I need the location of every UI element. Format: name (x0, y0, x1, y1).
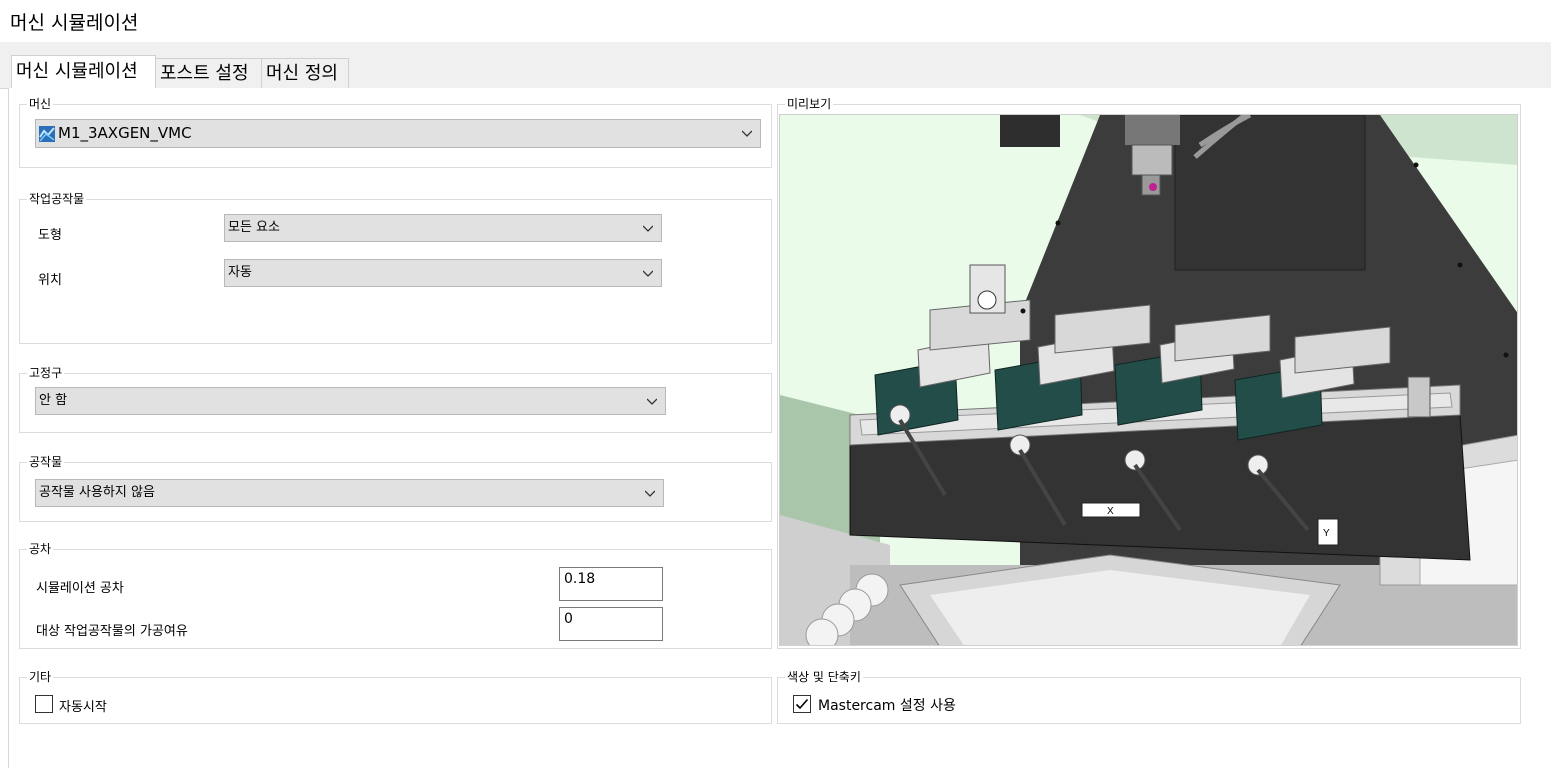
autostart-checkbox[interactable] (35, 695, 53, 713)
use-mastercam-settings-checkbox[interactable] (793, 695, 811, 713)
fixture-select-value: 안 함 (39, 393, 68, 408)
tolerance-group-label: 공차 (27, 542, 54, 556)
machine-icon (39, 126, 55, 142)
stock-group-label: 공작물 (27, 455, 65, 469)
position-select-value: 자동 (228, 265, 252, 280)
other-group-label: 기타 (27, 670, 54, 684)
allowance-label: 대상 작업공작물의 가공여유 (36, 624, 188, 639)
position-select[interactable]: 자동 (224, 259, 662, 287)
tab-machine-definition[interactable]: 머신 정의 (261, 58, 349, 88)
stock-select-value: 공작물 사용하지 않음 (39, 485, 155, 500)
chevron-down-icon (643, 225, 653, 232)
chevron-down-icon (742, 130, 752, 137)
workpiece-group-label: 작업공작물 (27, 192, 87, 206)
position-label: 위치 (38, 273, 62, 288)
shape-label: 도형 (38, 228, 62, 243)
shape-select[interactable]: 모든 요소 (224, 214, 662, 242)
tab-machine-simulation[interactable]: 머신 시뮬레이션 (11, 55, 156, 89)
colors-group-label: 색상 및 단축키 (785, 670, 863, 684)
checkmark-icon (795, 698, 809, 710)
machine-preview-render: X Y (780, 115, 1517, 645)
machine-select-value: M1_3AXGEN_VMC (58, 124, 192, 142)
chevron-down-icon (647, 398, 657, 405)
machine-preview: X Y (779, 114, 1518, 646)
fixture-group-label: 고정구 (27, 366, 65, 380)
simulation-tolerance-input[interactable]: 0.18 (559, 567, 663, 601)
y-axis-marker: Y (1323, 528, 1330, 539)
autostart-label: 자동시작 (59, 700, 107, 715)
x-axis-marker: X (1107, 506, 1114, 517)
machine-group-label: 머신 (27, 97, 54, 111)
simulation-tolerance-label: 시뮬레이션 공차 (36, 581, 124, 596)
stock-select[interactable]: 공작물 사용하지 않음 (35, 479, 664, 507)
tab-post-settings[interactable]: 포스트 설정 (155, 58, 262, 88)
chevron-down-icon (645, 490, 655, 497)
shape-select-value: 모든 요소 (228, 220, 280, 235)
preview-group-label: 미리보기 (785, 97, 834, 111)
window-title: 머신 시뮬레이션 (10, 12, 139, 34)
chevron-down-icon (643, 270, 653, 277)
other-group (19, 677, 772, 724)
machine-select[interactable]: M1_3AXGEN_VMC (35, 119, 761, 148)
allowance-input[interactable]: 0 (559, 607, 663, 641)
fixture-select[interactable]: 안 함 (35, 387, 666, 415)
use-mastercam-settings-label: Mastercam 설정 사용 (818, 698, 956, 714)
